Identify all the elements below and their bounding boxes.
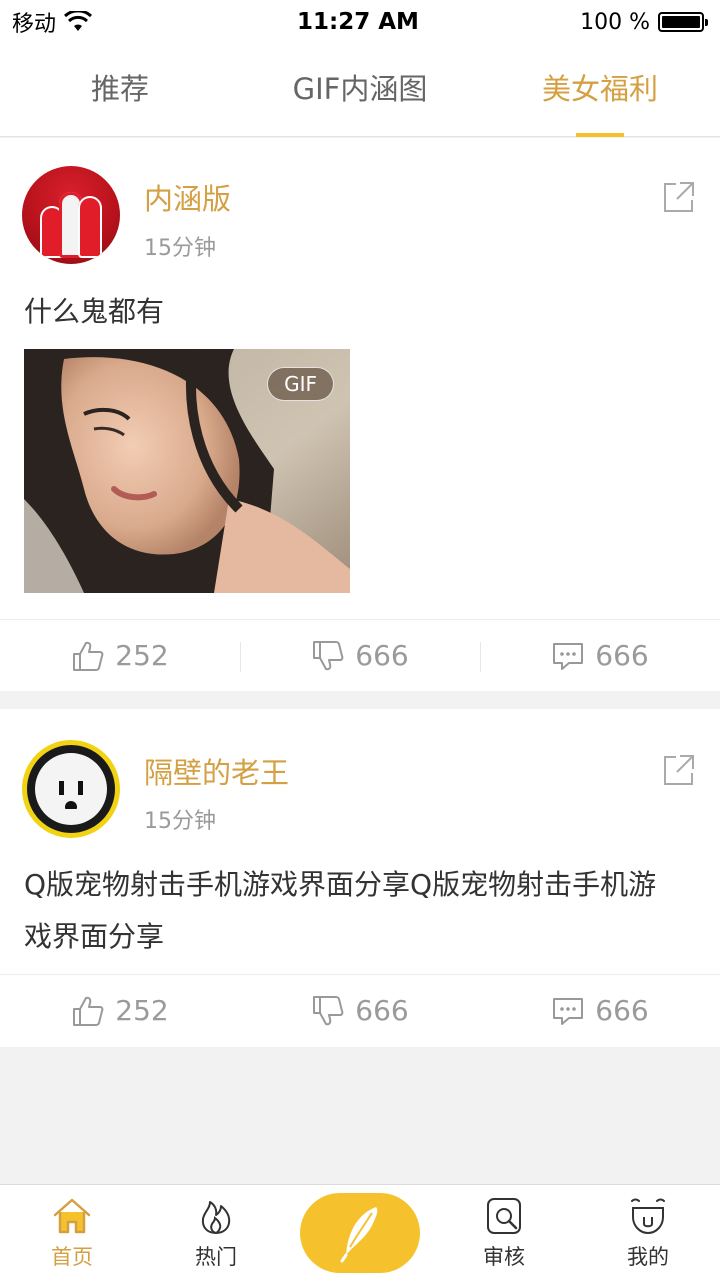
post-text: Q版宠物射击手机游戏界面分享Q版宠物射击手机游戏界面分享 <box>24 868 657 953</box>
comment-button[interactable]: 666 <box>480 975 720 1046</box>
post-username[interactable]: 内涵版 <box>144 176 231 218</box>
share-icon[interactable] <box>662 180 696 214</box>
status-right: 100 % <box>464 9 708 35</box>
like-button[interactable]: 252 <box>0 975 240 1046</box>
action-bar: 252 666 666 <box>0 974 720 1046</box>
flame-icon <box>201 1200 231 1234</box>
dislike-count: 666 <box>355 639 409 672</box>
post-time: 15分钟 <box>144 809 216 834</box>
nav-review[interactable]: 审核 <box>432 1185 576 1280</box>
nav-home-label: 首页 <box>51 1244 93 1269</box>
comment-icon <box>553 997 584 1025</box>
thumbs-down-icon <box>313 995 344 1025</box>
like-count: 252 <box>115 639 169 672</box>
post-time: 15分钟 <box>144 236 216 261</box>
tab-gif[interactable]: GIF内涵图 <box>240 44 480 136</box>
post-button[interactable] <box>300 1192 420 1273</box>
bottom-nav: 首页 热门 审核 我的 <box>0 1184 720 1280</box>
like-button[interactable]: 252 <box>0 620 240 691</box>
smiley-icon <box>631 1198 665 1234</box>
outlet-slot <box>78 781 83 795</box>
dislike-button[interactable]: 666 <box>240 620 480 691</box>
nav-post <box>288 1185 432 1280</box>
thumbs-down-icon <box>313 640 344 670</box>
share-icon[interactable] <box>662 753 696 787</box>
carrier-label: 移动 <box>12 12 57 37</box>
avatar[interactable] <box>22 740 120 838</box>
tab-beauty[interactable]: 美女福利 <box>480 44 720 136</box>
post-text: 什么鬼都有 <box>24 295 165 328</box>
outlet-hole <box>65 801 77 809</box>
avatar[interactable] <box>22 166 120 264</box>
nav-hot[interactable]: 热门 <box>144 1185 288 1280</box>
like-count: 252 <box>115 994 169 1027</box>
comment-icon <box>553 642 584 670</box>
gif-badge: GIF <box>267 367 334 401</box>
wifi-icon <box>64 11 93 31</box>
battery-percent: 100 % <box>580 9 650 35</box>
comment-button[interactable]: 666 <box>480 620 720 691</box>
top-tabs: 推荐 GIF内涵图 美女福利 <box>0 44 720 137</box>
battery-icon <box>658 12 708 32</box>
post-card: 内涵版 15分钟 什么鬼都有 GIF 252 666 666 <box>0 138 720 691</box>
status-left: 移动 <box>12 6 252 38</box>
action-bar: 252 666 666 <box>0 619 720 691</box>
nav-home[interactable]: 首页 <box>0 1185 144 1280</box>
review-icon <box>487 1197 521 1234</box>
post-card: 隔壁的老王 15分钟 Q版宠物射击手机游戏界面分享Q版宠物射击手机游戏界面分享 … <box>0 709 720 1047</box>
feather-icon <box>340 1206 378 1262</box>
thumbs-up-icon <box>73 996 104 1026</box>
post-username[interactable]: 隔壁的老王 <box>144 750 289 792</box>
comment-count: 666 <box>595 994 649 1027</box>
outlet-slot <box>59 781 64 795</box>
post-image[interactable]: GIF <box>24 349 350 593</box>
tab-recommend[interactable]: 推荐 <box>0 44 240 136</box>
nav-hot-label: 热门 <box>195 1244 237 1269</box>
avatar-outlet <box>35 753 107 825</box>
dislike-count: 666 <box>355 994 409 1027</box>
home-icon <box>53 1198 91 1233</box>
nav-review-label: 审核 <box>483 1244 525 1269</box>
avatar-nail <box>78 196 102 258</box>
comment-count: 666 <box>595 639 649 672</box>
status-bar: 移动 11:27 AM 100 % <box>0 0 720 44</box>
thumbs-up-icon <box>73 641 104 671</box>
nav-mine[interactable]: 我的 <box>576 1185 720 1280</box>
status-time: 11:27 AM <box>297 9 419 35</box>
dislike-button[interactable]: 666 <box>240 975 480 1046</box>
nav-mine-label: 我的 <box>627 1244 669 1269</box>
